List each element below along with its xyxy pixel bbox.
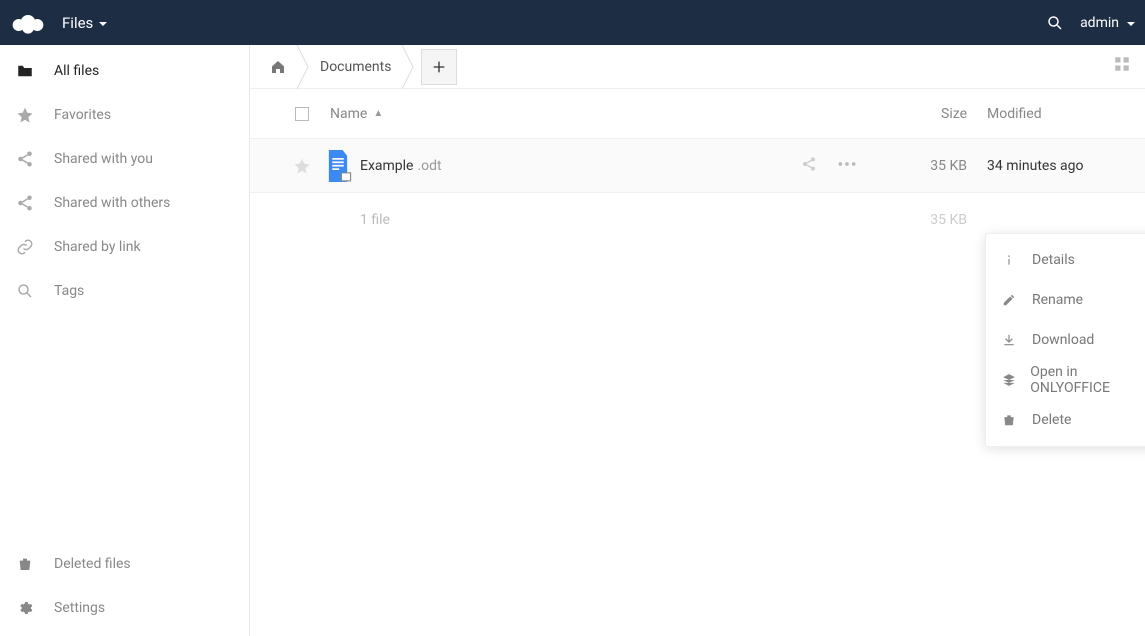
app-switch-label: Files <box>62 14 93 32</box>
user-menu[interactable]: admin <box>1080 15 1135 31</box>
star-icon <box>293 157 311 175</box>
column-label: Name <box>330 106 367 122</box>
info-icon <box>1002 253 1018 267</box>
breadcrumb-bar: Documents <box>250 45 1145 89</box>
file-name-ext: .odt <box>417 158 441 174</box>
plus-icon <box>431 59 447 75</box>
more-actions-button[interactable] <box>837 156 857 176</box>
ctx-open-onlyoffice[interactable]: Open in ONLYOFFICE <box>986 360 1145 400</box>
sidebar-item-settings[interactable]: Settings <box>0 586 249 630</box>
file-context-menu: Details Rename Download Open in ONLYOFFI… <box>985 233 1145 447</box>
file-name[interactable]: Example.odt <box>360 158 801 174</box>
main-content: Documents Name <box>250 45 1145 636</box>
ctx-label: Rename <box>1032 292 1083 308</box>
sidebar-item-all-files[interactable]: All files <box>0 49 249 93</box>
sidebar-item-shared-with-you[interactable]: Shared with you <box>0 137 249 181</box>
column-header-modified[interactable]: Modified <box>987 106 1127 122</box>
sidebar-item-shared-by-link[interactable]: Shared by link <box>0 225 249 269</box>
home-icon <box>270 59 286 75</box>
sidebar: All files Favorites Shared with you Shar… <box>0 45 250 636</box>
gear-icon <box>16 600 34 616</box>
user-label: admin <box>1080 15 1119 31</box>
sidebar-item-deleted-files[interactable]: Deleted files <box>0 542 249 586</box>
trash-icon <box>16 556 34 572</box>
breadcrumb-separator-icon <box>296 45 310 89</box>
ctx-label: Delete <box>1032 412 1071 428</box>
new-button[interactable] <box>421 49 457 85</box>
grid-icon <box>1113 55 1131 73</box>
view-toggle-grid[interactable] <box>1113 55 1131 77</box>
sidebar-item-tags[interactable]: Tags <box>0 269 249 313</box>
pencil-icon <box>1002 293 1018 307</box>
file-modified: 34 minutes ago <box>987 158 1127 174</box>
layers-icon <box>1002 373 1016 387</box>
file-row[interactable]: Example.odt 35 KB 34 minutes ago <box>250 139 1145 193</box>
trash-icon <box>1002 413 1018 427</box>
ellipsis-icon <box>837 156 857 172</box>
chevron-down-icon <box>1127 22 1135 26</box>
sidebar-item-label: Shared by link <box>54 239 141 255</box>
sidebar-item-label: Favorites <box>54 107 111 123</box>
star-icon <box>16 106 34 124</box>
download-icon <box>1002 333 1018 347</box>
file-list-header: Name ▲ Size Modified <box>250 89 1145 139</box>
sidebar-item-label: All files <box>54 63 99 79</box>
ctx-label: Download <box>1032 332 1094 348</box>
column-label: Modified <box>987 106 1042 122</box>
column-label: Size <box>941 106 967 122</box>
folder-icon <box>16 62 34 80</box>
breadcrumb-home[interactable] <box>260 45 296 89</box>
ctx-download[interactable]: Download <box>986 320 1145 360</box>
ctx-label: Open in ONLYOFFICE <box>1030 364 1145 396</box>
select-all-checkbox[interactable] <box>295 107 309 121</box>
sidebar-item-label: Shared with others <box>54 195 170 211</box>
ctx-delete[interactable]: Delete <box>986 400 1145 440</box>
breadcrumb-current[interactable]: Documents <box>310 45 401 89</box>
sidebar-item-label: Shared with you <box>54 151 153 167</box>
search-icon[interactable] <box>1046 14 1064 32</box>
link-icon <box>16 238 34 256</box>
app-logo[interactable] <box>8 11 48 35</box>
column-header-name[interactable]: Name ▲ <box>324 106 867 122</box>
chevron-down-icon <box>99 22 107 26</box>
summary-size: 35 KB <box>867 212 987 228</box>
favorite-toggle[interactable] <box>280 157 324 175</box>
breadcrumb-label: Documents <box>320 59 391 75</box>
breadcrumb-separator-icon <box>401 45 415 89</box>
file-type-icon <box>324 150 360 182</box>
sort-asc-icon: ▲ <box>373 108 383 119</box>
app-switch-files[interactable]: Files <box>62 14 107 32</box>
share-in-icon <box>16 150 34 168</box>
sidebar-item-label: Settings <box>54 600 105 616</box>
sidebar-item-label: Deleted files <box>54 556 131 572</box>
sidebar-item-favorites[interactable]: Favorites <box>0 93 249 137</box>
share-icon[interactable] <box>801 156 817 176</box>
sidebar-item-shared-with-others[interactable]: Shared with others <box>0 181 249 225</box>
file-size: 35 KB <box>867 158 987 174</box>
app-header: Files admin <box>0 0 1145 45</box>
sidebar-item-label: Tags <box>54 283 84 299</box>
tag-icon <box>16 282 34 300</box>
ctx-rename[interactable]: Rename <box>986 280 1145 320</box>
ctx-details[interactable]: Details <box>986 240 1145 280</box>
share-out-icon <box>16 194 34 212</box>
ctx-label: Details <box>1032 252 1075 268</box>
summary-count: 1 file <box>360 212 811 228</box>
file-name-base: Example <box>360 158 413 174</box>
column-header-size[interactable]: Size <box>867 106 987 122</box>
